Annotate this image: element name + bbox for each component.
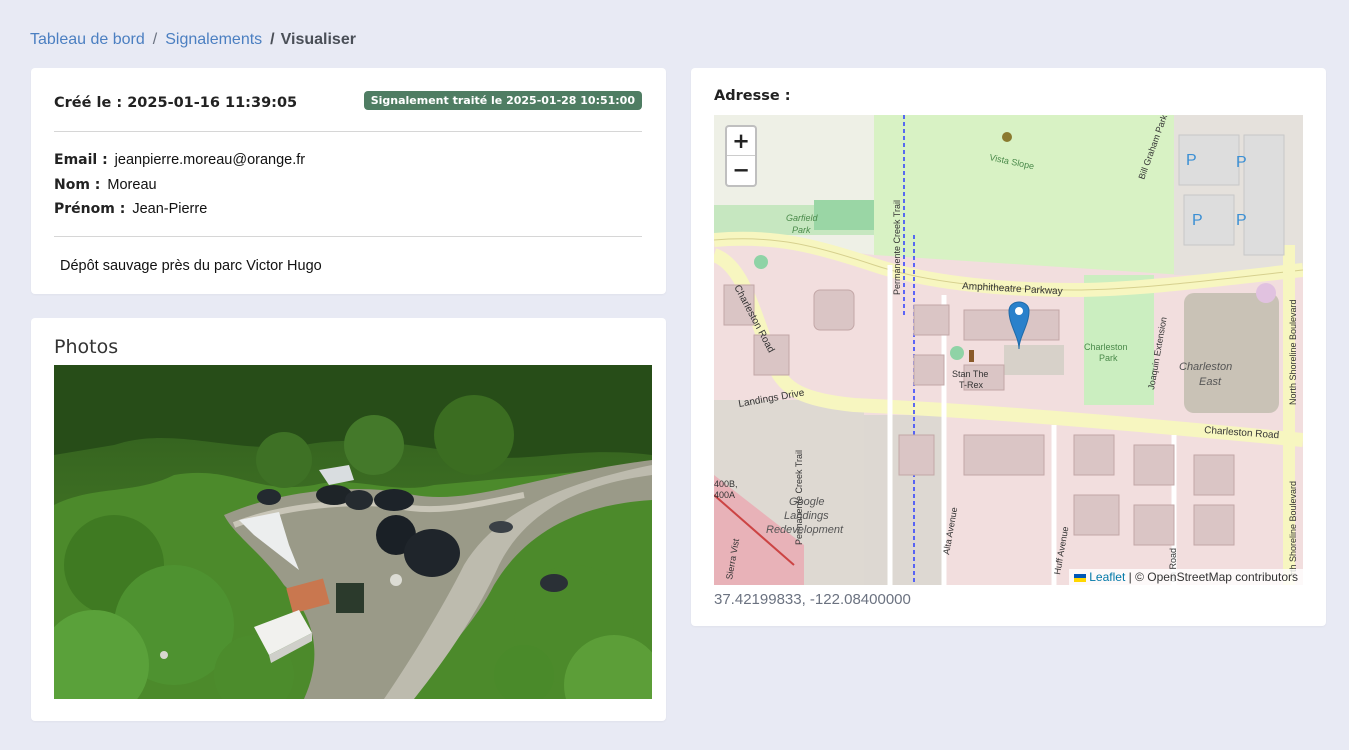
map-label: Garfield <box>786 213 819 223</box>
map-label: Google <box>789 496 824 508</box>
breadcrumb: Tableau de bord / Signalements / Visuali… <box>30 31 356 49</box>
map-label: P <box>1236 154 1247 171</box>
prenom-row: Prénom : Jean-Pierre <box>54 201 207 217</box>
address-label: Adresse : <box>714 88 791 104</box>
report-info-card: Créé le : 2025-01-16 11:39:05 Signalemen… <box>31 68 666 294</box>
ukraine-flag-icon <box>1074 573 1087 582</box>
divider <box>54 236 642 237</box>
map-label: Park <box>792 225 811 235</box>
map-label: Landings <box>784 510 829 522</box>
map-label: P <box>1186 152 1197 169</box>
nom-label: Nom : <box>54 177 101 193</box>
map-label: P <box>1192 212 1203 229</box>
map-label: Stan The <box>952 369 988 379</box>
breadcrumb-current: Visualiser <box>280 31 356 48</box>
map-zoom-control: + − <box>725 125 757 187</box>
map-label: North Shoreline Boulevard <box>1288 299 1298 405</box>
map-label: rth Shoreline Boulevard <box>1288 481 1298 575</box>
address-card: Adresse : Amphitheatre Parkway Charlesto… <box>691 68 1326 626</box>
map-label: P <box>1236 212 1247 229</box>
map-label: Redevelopment <box>766 524 844 536</box>
zoom-in-button[interactable]: + <box>727 127 755 156</box>
breadcrumb-signalements-link[interactable]: Signalements <box>165 31 262 49</box>
map-label: 400A <box>714 490 735 500</box>
map-label: T-Rex <box>959 380 984 390</box>
map-label: 400B, <box>714 479 738 489</box>
report-description: Dépôt sauvage près du parc Victor Hugo <box>60 258 322 274</box>
report-photo[interactable] <box>54 365 652 699</box>
divider <box>54 131 642 132</box>
breadcrumb-home-link[interactable]: Tableau de bord <box>30 31 145 49</box>
prenom-label: Prénom : <box>54 201 126 217</box>
created-date: Créé le : 2025-01-16 11:39:05 <box>54 95 298 111</box>
map-label: Charleston <box>1084 342 1128 352</box>
zoom-out-button[interactable]: − <box>727 156 755 185</box>
nom-row: Nom : Moreau <box>54 177 157 193</box>
breadcrumb-separator: / <box>152 31 158 48</box>
map-label: East <box>1199 376 1222 388</box>
map-label: Permanente Creek Trail <box>892 200 902 295</box>
map-tiles: Amphitheatre Parkway Charleston Road Cha… <box>714 115 1303 585</box>
map-attribution: Leaflet | © OpenStreetMap contributors <box>1069 569 1303 585</box>
breadcrumb-separator: / <box>270 31 275 48</box>
status-badge: Signalement traité le 2025-01-28 10:51:0… <box>363 91 642 110</box>
address-coordinates: 37.42199833, -122.08400000 <box>714 591 911 608</box>
leaflet-link[interactable]: Leaflet <box>1089 570 1125 584</box>
nom-value: Moreau <box>107 177 157 193</box>
email-label: Email : <box>54 152 108 168</box>
map-label: Park <box>1099 353 1118 363</box>
map-label: Charleston <box>1179 361 1232 373</box>
photos-title: Photos <box>54 336 119 358</box>
dumping-photo-image <box>54 365 652 699</box>
location-map[interactable]: Amphitheatre Parkway Charleston Road Cha… <box>714 115 1303 585</box>
photos-card: Photos <box>31 318 666 721</box>
email-row: Email : jeanpierre.moreau@orange.fr <box>54 152 305 168</box>
email-value: jeanpierre.moreau@orange.fr <box>114 152 306 168</box>
attribution-text: | © OpenStreetMap contributors <box>1125 570 1298 584</box>
prenom-value: Jean-Pierre <box>132 201 208 217</box>
